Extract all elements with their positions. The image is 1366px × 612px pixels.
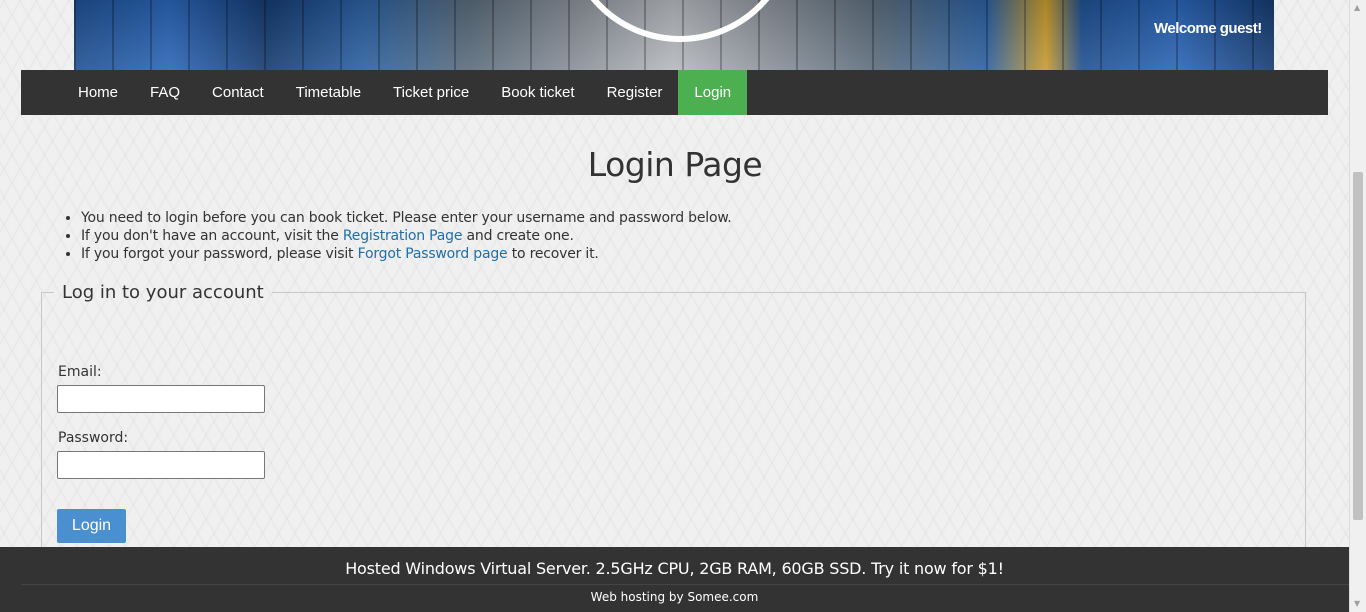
vertical-scrollbar[interactable]: ▲ ▼	[1349, 0, 1366, 612]
scrollbar-thumb[interactable]	[1353, 172, 1363, 520]
scroll-down-icon[interactable]: ▼	[1354, 600, 1360, 608]
info-list: You need to login before you can book ti…	[63, 209, 732, 263]
scroll-up-icon[interactable]: ▲	[1354, 4, 1360, 12]
forgot-password-link[interactable]: Forgot Password page	[358, 246, 508, 262]
info-item-login-required: You need to login before you can book ti…	[81, 209, 732, 227]
nav-contact[interactable]: Contact	[196, 70, 280, 115]
nav-register[interactable]: Register	[591, 70, 679, 115]
email-label: Email:	[58, 364, 102, 380]
welcome-text: Welcome guest!	[1154, 20, 1262, 37]
info-item-forgot-password: If you forgot your password, please visi…	[81, 245, 732, 263]
footer-divider	[21, 584, 1349, 585]
logo-circle	[564, 0, 796, 42]
web-hosting-link[interactable]: Web hosting by Somee.com	[0, 590, 1349, 604]
password-label: Password:	[58, 430, 129, 446]
nav-book-ticket[interactable]: Book ticket	[485, 70, 590, 115]
email-input[interactable]	[57, 385, 265, 413]
footer: Hosted Windows Virtual Server. 2.5GHz CP…	[0, 547, 1349, 612]
password-input[interactable]	[57, 451, 265, 479]
nav-login[interactable]: Login	[678, 70, 748, 115]
main-navbar: Home FAQ Contact Timetable Ticket price …	[21, 70, 1328, 115]
info-text: If you don't have an account, visit the	[81, 228, 343, 244]
nav-timetable[interactable]: Timetable	[280, 70, 377, 115]
page-title: Login Page	[587, 145, 763, 184]
info-text: to recover it.	[507, 246, 599, 262]
hosting-ad-link[interactable]: Hosted Windows Virtual Server. 2.5GHz CP…	[0, 559, 1349, 578]
info-text: If you forgot your password, please visi…	[81, 246, 358, 262]
info-text: You need to login before you can book ti…	[81, 210, 732, 226]
login-button[interactable]: Login	[57, 509, 126, 543]
registration-page-link[interactable]: Registration Page	[343, 228, 463, 244]
info-text: and create one.	[462, 228, 574, 244]
header-banner-image: Welcome guest!	[74, 0, 1274, 70]
nav-home[interactable]: Home	[62, 70, 134, 115]
nav-ticket-price[interactable]: Ticket price	[377, 70, 485, 115]
login-form: Log in to your account Email: Password: …	[41, 282, 1306, 582]
info-item-register: If you don't have an account, visit the …	[81, 227, 732, 245]
nav-faq[interactable]: FAQ	[134, 70, 196, 115]
form-legend: Log in to your account	[62, 282, 264, 303]
